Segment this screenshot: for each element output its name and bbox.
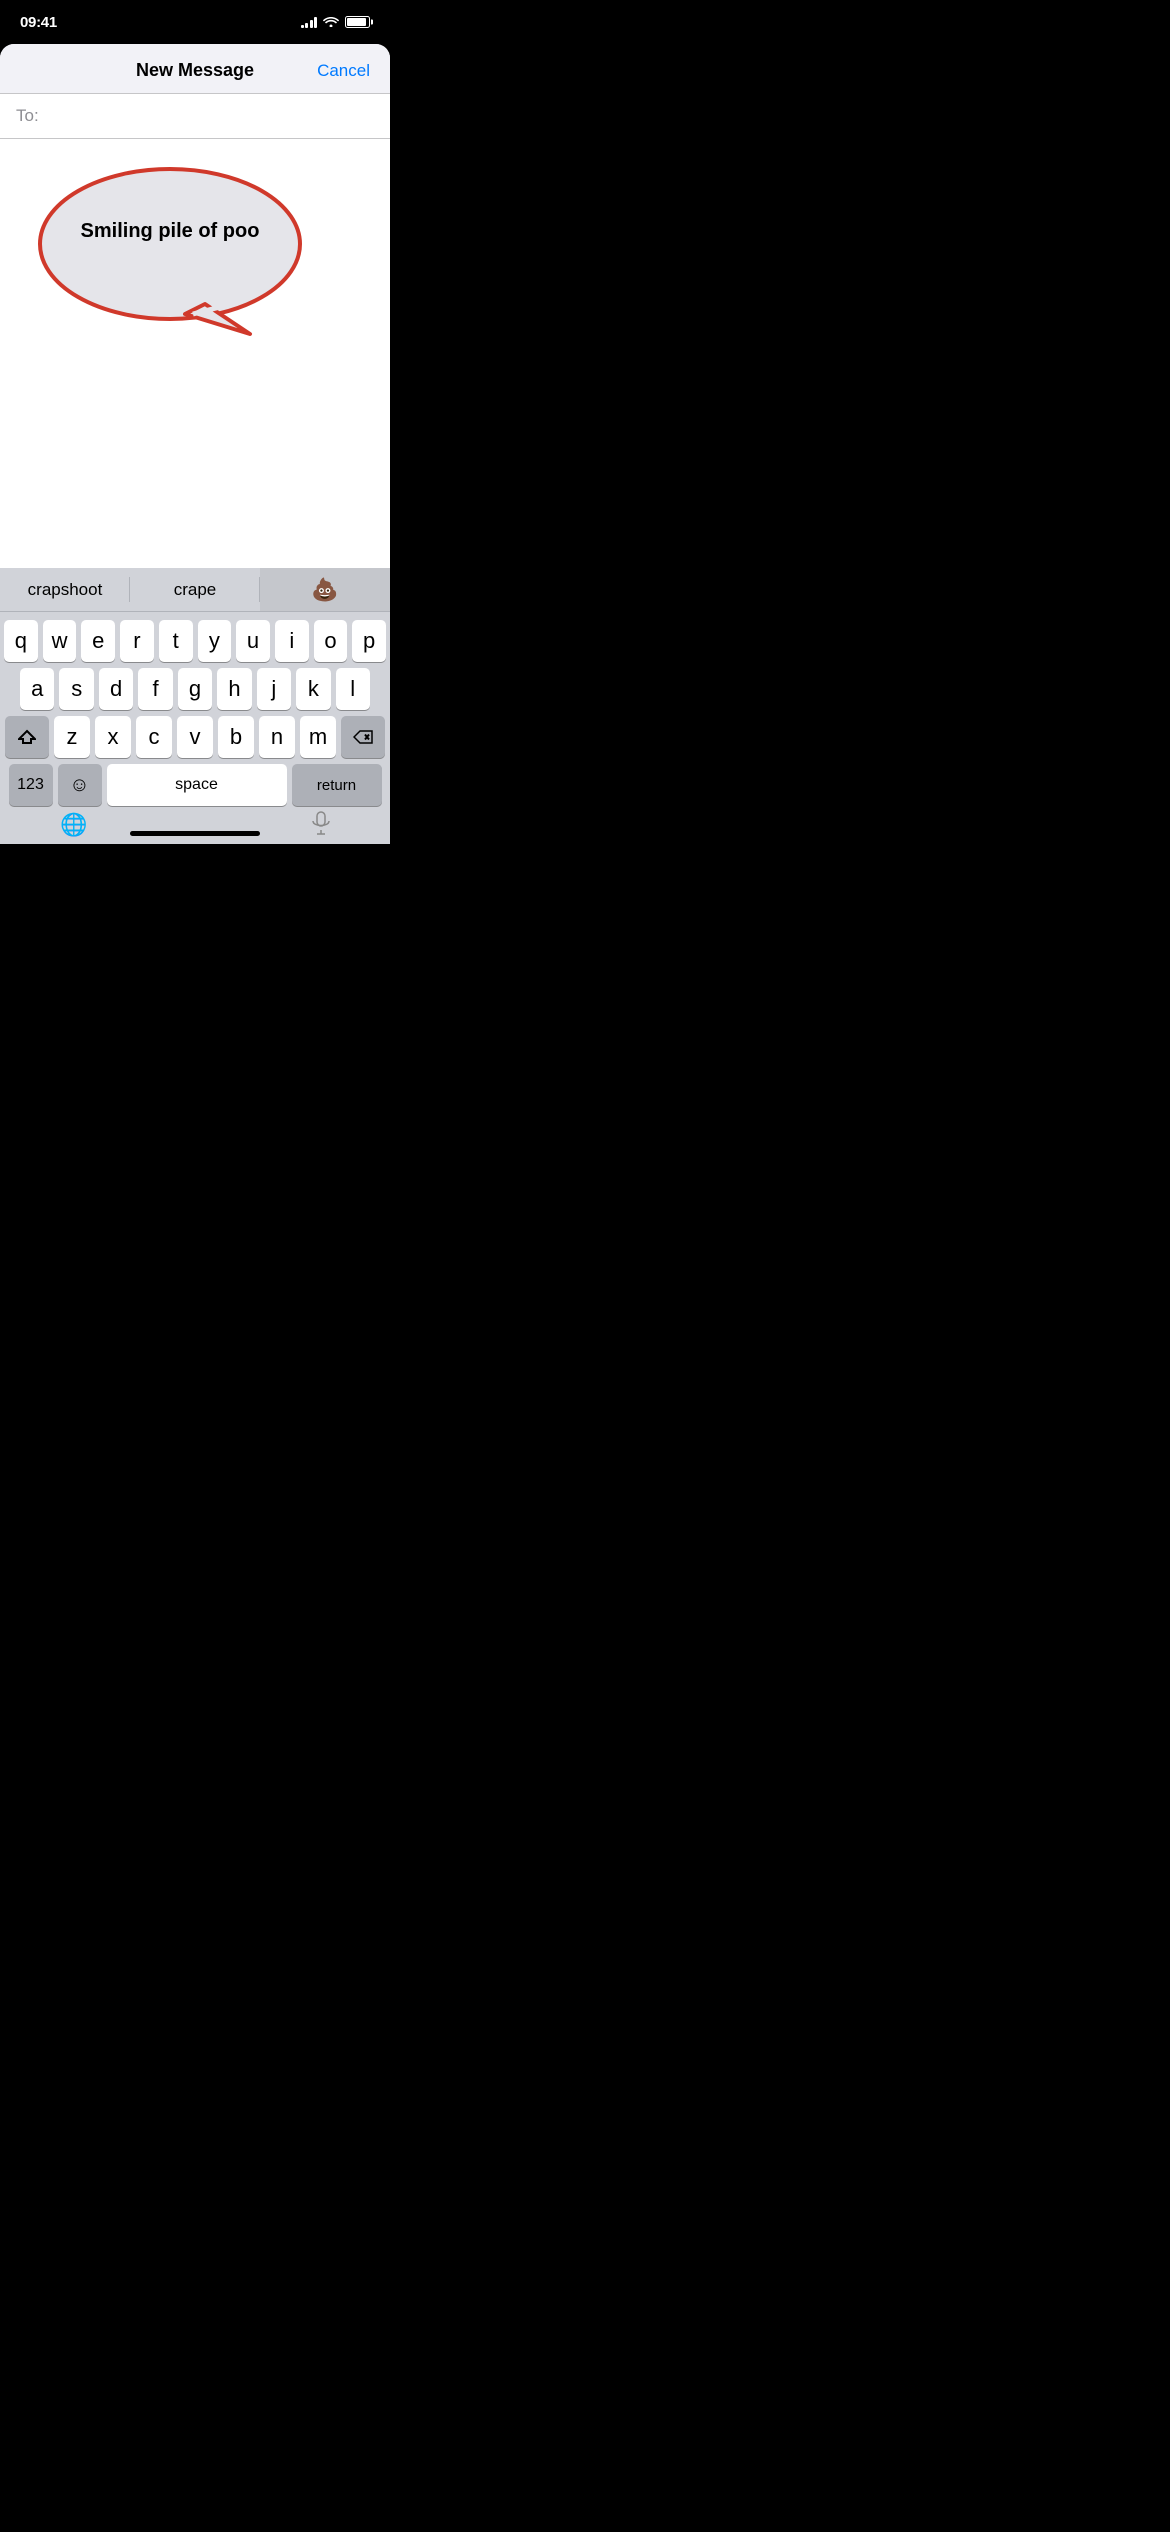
- modal-container: New Message Cancel To: Smiling pile of p…: [0, 44, 390, 844]
- key-row-4: 123 ☺ space return: [4, 764, 386, 806]
- emoji-tooltip-container: Smiling pile of poo: [30, 159, 310, 364]
- key-y[interactable]: y: [198, 620, 232, 662]
- key-g[interactable]: g: [178, 668, 212, 710]
- cancel-button[interactable]: Cancel: [317, 61, 370, 81]
- keyboard-container: crapshoot crape 💩 q w e r t y: [0, 568, 390, 844]
- key-u[interactable]: u: [236, 620, 270, 662]
- key-c[interactable]: c: [136, 716, 172, 758]
- key-j[interactable]: j: [257, 668, 291, 710]
- shift-key[interactable]: [5, 716, 49, 758]
- key-p[interactable]: p: [352, 620, 386, 662]
- bottom-bar: 🌐: [0, 810, 390, 844]
- key-v[interactable]: v: [177, 716, 213, 758]
- autocomplete-bar: crapshoot crape 💩: [0, 568, 390, 612]
- globe-icon[interactable]: 🌐: [60, 812, 87, 838]
- autocomplete-item-2[interactable]: crape: [130, 568, 260, 611]
- key-n[interactable]: n: [259, 716, 295, 758]
- to-input[interactable]: [47, 106, 374, 126]
- key-m[interactable]: m: [300, 716, 336, 758]
- status-time: 09:41: [20, 14, 57, 31]
- battery-icon: [345, 16, 370, 28]
- autocomplete-item-3[interactable]: 💩: [260, 568, 390, 611]
- key-f[interactable]: f: [138, 668, 172, 710]
- space-key[interactable]: space: [107, 764, 287, 806]
- key-row-1: q w e r t y u i o p: [4, 620, 386, 662]
- key-row-3: z x c v b n m: [4, 716, 386, 758]
- svg-text:Smiling pile of poo: Smiling pile of poo: [81, 220, 260, 242]
- numbers-key[interactable]: 123: [9, 764, 53, 806]
- key-d[interactable]: d: [99, 668, 133, 710]
- key-a[interactable]: a: [20, 668, 54, 710]
- key-q[interactable]: q: [4, 620, 38, 662]
- key-e[interactable]: e: [81, 620, 115, 662]
- key-b[interactable]: b: [218, 716, 254, 758]
- key-l[interactable]: l: [336, 668, 370, 710]
- key-k[interactable]: k: [296, 668, 330, 710]
- status-icons: [301, 15, 371, 30]
- key-w[interactable]: w: [43, 620, 77, 662]
- header-title: New Message: [136, 60, 254, 81]
- tooltip-svg: Smiling pile of poo: [30, 159, 310, 359]
- autocomplete-item-1[interactable]: crapshoot: [0, 568, 130, 611]
- key-i[interactable]: i: [275, 620, 309, 662]
- home-indicator: [130, 831, 260, 836]
- signal-bars-icon: [301, 16, 318, 28]
- key-o[interactable]: o: [314, 620, 348, 662]
- key-row-2: a s d f g h j k l: [4, 668, 386, 710]
- key-z[interactable]: z: [54, 716, 90, 758]
- wifi-icon: [323, 15, 339, 30]
- to-field-row: To:: [0, 94, 390, 139]
- delete-key[interactable]: [341, 716, 385, 758]
- key-r[interactable]: r: [120, 620, 154, 662]
- compose-header: New Message Cancel: [0, 44, 390, 94]
- key-h[interactable]: h: [217, 668, 251, 710]
- to-label: To:: [16, 106, 39, 126]
- key-t[interactable]: t: [159, 620, 193, 662]
- keyboard-rows: q w e r t y u i o p a s d f g: [0, 612, 390, 810]
- key-x[interactable]: x: [95, 716, 131, 758]
- microphone-icon[interactable]: [312, 811, 330, 840]
- return-key[interactable]: return: [292, 764, 382, 806]
- emoji-key[interactable]: ☺: [58, 764, 102, 806]
- key-s[interactable]: s: [59, 668, 93, 710]
